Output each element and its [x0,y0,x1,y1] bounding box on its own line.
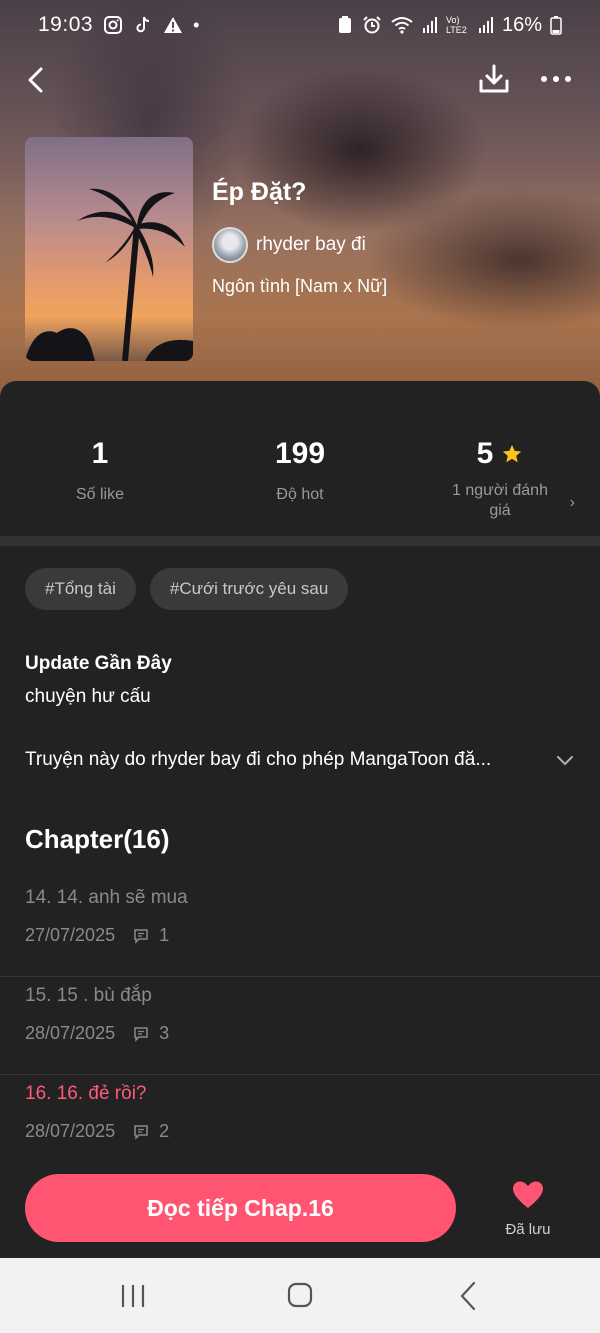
battery-percent: 16% [501,13,542,36]
update-text: chuyện hư cấu [25,686,151,707]
chapter-list: 14. 14. anh sẽ mua 27/07/2025 1 15. 15 .… [0,879,600,1173]
continue-reading-button[interactable]: Đọc tiếp Chap.16 [25,1174,456,1242]
battery-icon [550,16,562,35]
tiktok-icon [136,16,150,33]
chapter-date: 28/07/2025 [25,1023,116,1043]
alarm-icon [363,16,381,34]
stat-rating[interactable]: 5 1 người đánh giá › [400,437,600,521]
chapter-row[interactable]: 14. 14. anh sẽ mua 27/07/2025 1 [0,879,600,977]
home-button[interactable] [280,1280,320,1312]
description-text: Truyện này do rhyder bay đi cho phép Man… [25,749,492,770]
signal-icon-2 [478,17,493,33]
star-icon [503,444,522,463]
back-arrow-icon [28,67,43,93]
comment-icon [134,1124,148,1140]
more-options-button[interactable] [536,61,576,97]
chapter-row-current[interactable]: 16. 16. đẻ rồi? 28/07/2025 2 [0,1075,600,1173]
hot-label: Độ hot [276,486,324,503]
chevron-down-icon [557,756,573,766]
comment-count: 1 [159,925,170,945]
author-name: rhyder bay đi [256,234,366,255]
comment-icon [134,928,148,944]
palm-tree-silhouette [25,188,193,361]
author-avatar [212,227,248,263]
instagram-icon [104,16,123,34]
comment-icon [134,1026,148,1042]
content-panel: 1 Số like 199 Độ hot 5 1 người đánh giá … [0,381,600,1261]
network-label: Vo) LTE2 [445,15,467,35]
system-nav-bar [0,1258,600,1333]
home-icon [287,1282,313,1308]
rating-count-label: 1 người đánh giá [452,482,548,519]
chapter-date: 27/07/2025 [25,925,116,945]
notification-dot-icon: • [193,15,200,35]
system-back-icon [460,1281,476,1311]
section-divider [0,536,600,546]
stat-likes: 1 Số like [0,437,200,505]
book-title: Ép Đặt? [212,178,307,206]
stat-hot: 199 Độ hot [200,437,400,505]
tag-list: #Tổng tài #Cưới trước yêu sau [25,568,349,610]
likes-value: 1 [91,437,109,470]
book-cover[interactable] [25,137,193,361]
wifi-icon [391,17,413,34]
chapter-date: 28/07/2025 [25,1121,116,1141]
recent-apps-icon [121,1285,145,1307]
rating-value: 5 [476,437,494,470]
chapter-title: 15. 15 . bù đắp [25,985,152,1006]
back-button[interactable] [20,63,54,97]
chevron-right-icon: › [569,494,575,511]
hot-value: 199 [274,437,326,470]
heart-icon [513,1181,543,1208]
comment-count: 3 [159,1023,170,1043]
status-bar: 19:03 • Vo) LTE2 16% [0,0,600,50]
stats-row: 1 Số like 199 Độ hot 5 1 người đánh giá … [0,381,600,536]
saved-button[interactable]: Đã lưu [490,1180,566,1244]
description-expander[interactable]: Truyện này do rhyder bay đi cho phép Man… [25,749,575,771]
signal-icon-1 [422,17,437,33]
system-back-button[interactable] [448,1280,488,1312]
comment-count: 2 [159,1121,170,1141]
recent-apps-button[interactable] [113,1280,153,1312]
download-icon [479,64,509,93]
chapter-header[interactable]: Chapter(16) [25,824,169,855]
saved-label: Đã lưu [505,1221,551,1238]
warning-icon [164,17,183,33]
tag-chip[interactable]: #Cưới trước yêu sau [149,568,349,610]
genre-label: Ngôn tình [Nam x Nữ] [212,276,388,296]
chapter-row[interactable]: 15. 15 . bù đắp 28/07/2025 3 [0,977,600,1075]
top-nav [0,55,600,105]
chapter-title: 14. 14. anh sẽ mua [25,887,188,908]
action-bar: Đọc tiếp Chap.16 Đã lưu [0,1160,600,1258]
likes-label: Số like [75,486,125,503]
chapter-title: 16. 16. đẻ rồi? [25,1083,147,1104]
battery-saver-icon [338,16,351,33]
update-title: Update Gần Đây [25,653,172,674]
more-dots-icon [541,76,571,82]
tag-chip[interactable]: #Tổng tài [25,568,136,610]
status-time: 19:03 [38,13,94,36]
download-button[interactable] [476,61,512,97]
author-link[interactable]: rhyder bay đi [212,227,366,263]
